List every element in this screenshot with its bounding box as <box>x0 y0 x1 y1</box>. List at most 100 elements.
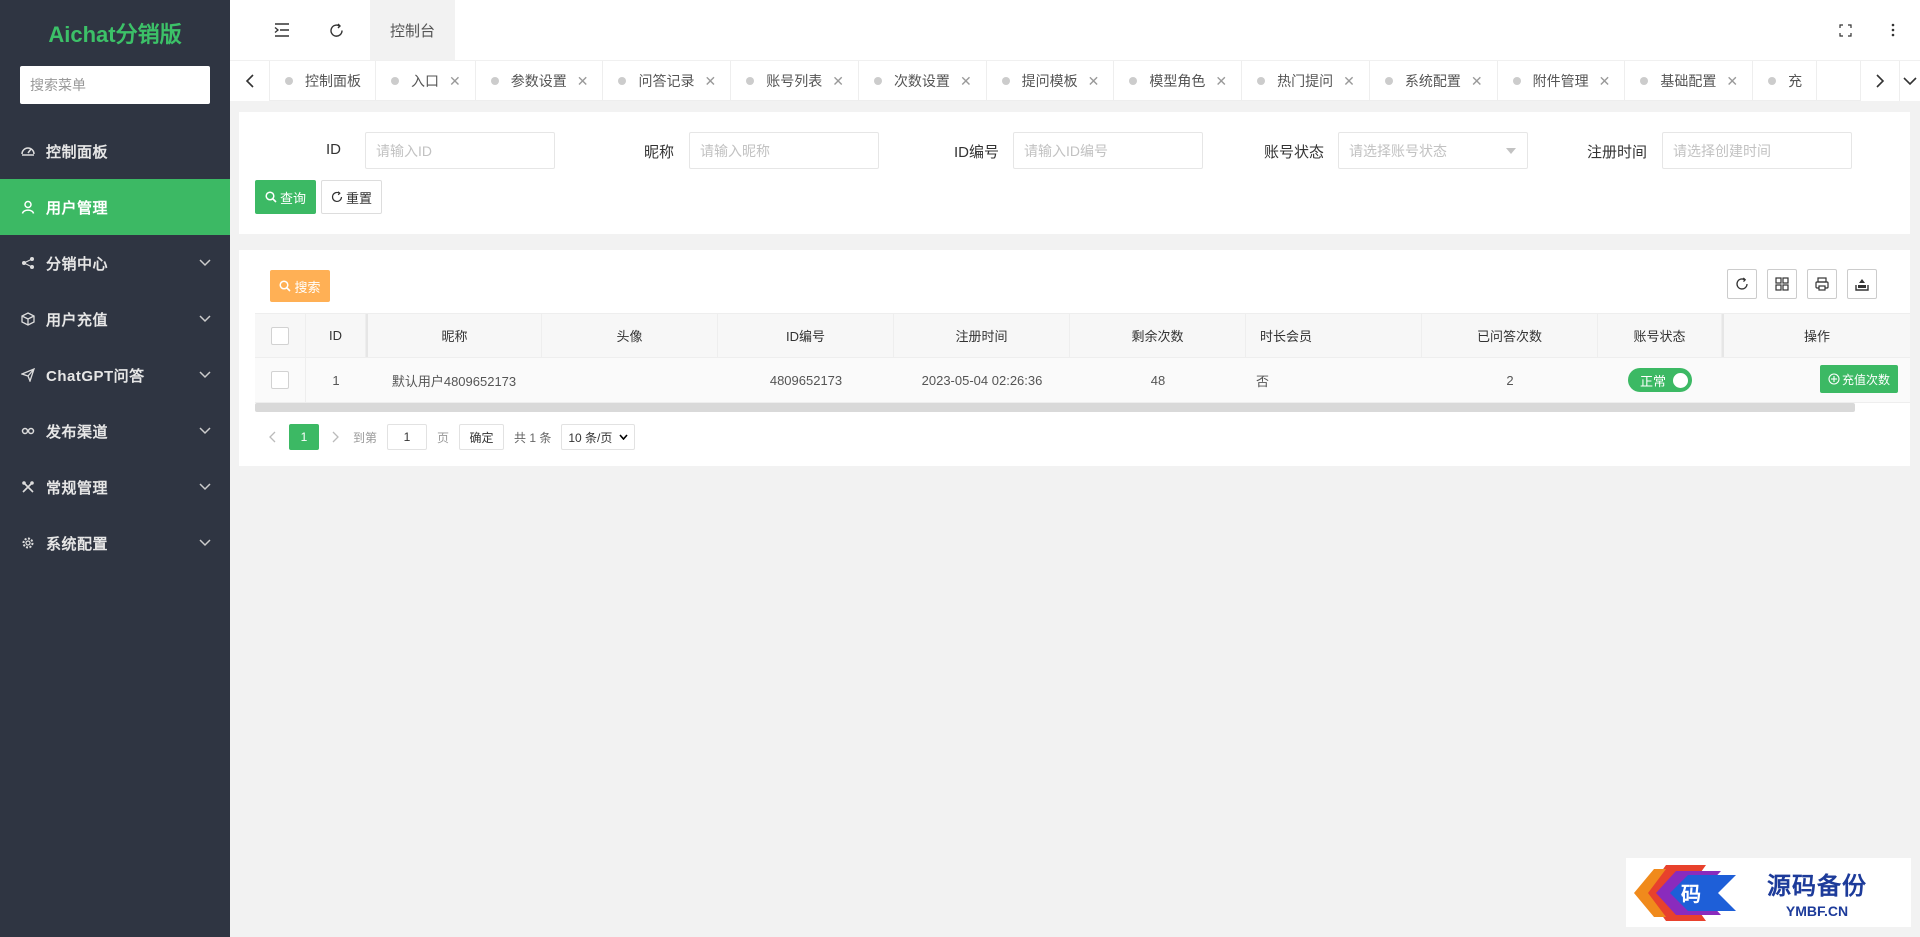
tab-item[interactable]: 入口 ✕ <box>376 61 476 101</box>
close-icon[interactable]: ✕ <box>960 73 972 90</box>
tab-label: 参数设置 <box>510 73 567 89</box>
tab-label: 充 <box>1788 73 1803 89</box>
columns-icon <box>1775 277 1789 291</box>
chevron-down-icon <box>199 539 211 547</box>
tab-item[interactable]: 附件管理 ✕ <box>1498 61 1626 101</box>
close-icon[interactable]: ✕ <box>704 73 716 90</box>
tab-item[interactable]: 问答记录 ✕ <box>603 61 732 101</box>
sidebar-item-users[interactable]: 用户管理 <box>0 179 230 235</box>
tab-item[interactable]: 次数设置 ✕ <box>859 61 987 101</box>
infinity-icon <box>20 423 36 439</box>
sidebar-item-label: ChatGPT问答 <box>46 367 145 385</box>
tabs-bar: 控制面板 入口 ✕ 参数设置 ✕ 问答记录 ✕ 账号列表 ✕ 次数设置 ✕ 提问模板 ✕ 模型角色 ✕ 热门提… <box>230 60 1920 101</box>
nickname-input[interactable]: 请输入昵称 <box>689 132 879 169</box>
column-header: 注册时间 <box>894 314 1070 357</box>
tab-dot-icon <box>1001 77 1010 85</box>
tabs-menu-chevron-icon[interactable] <box>1900 61 1920 101</box>
reg-time-input[interactable]: 请选择创建时间 <box>1662 132 1852 169</box>
menu-fold-icon[interactable] <box>255 0 309 60</box>
sidebar-item-dashboard[interactable]: 控制面板 <box>0 123 230 179</box>
tab-item[interactable]: 模型角色 ✕ <box>1114 61 1243 101</box>
tabs-prev-icon[interactable] <box>230 61 270 101</box>
table-print-button[interactable] <box>1807 269 1837 299</box>
sidebar-item-label: 分销中心 <box>46 255 109 273</box>
close-icon[interactable]: ✕ <box>1726 73 1738 90</box>
table-panel: 搜索 ID 昵称 头像 ID编号 注册时间 剩余次数 时长会员 已问答次数 账号… <box>239 250 1910 466</box>
status-select-placeholder: 请选择账号状态 <box>1349 142 1447 159</box>
select-all-checkbox[interactable] <box>271 326 289 345</box>
close-icon[interactable]: ✕ <box>1599 73 1611 90</box>
goto-page-input[interactable]: 1 <box>387 424 428 450</box>
sidebar-item-label: 发布渠道 <box>46 423 109 441</box>
watermark-cn: 源码备份 <box>1767 871 1867 900</box>
filter-label-nickname: 昵称 <box>643 144 674 161</box>
ymbf-logo-icon: 码 <box>1634 864 1736 921</box>
tabs-next-icon[interactable] <box>1860 61 1900 101</box>
query-button[interactable]: 查询 <box>255 180 316 214</box>
table-refresh-button[interactable] <box>1727 269 1757 299</box>
status-toggle[interactable]: 正常 <box>1628 368 1692 392</box>
close-icon[interactable]: ✕ <box>449 73 461 90</box>
tab-item[interactable]: 热门提问 ✕ <box>1242 61 1370 101</box>
table-horizontal-scrollbar[interactable] <box>255 403 1855 412</box>
sidebar-item-general[interactable]: 常规管理 <box>0 459 230 515</box>
page-current[interactable]: 1 <box>289 424 319 450</box>
goto-confirm-button[interactable]: 确定 <box>459 424 505 450</box>
tab-item[interactable]: 控制面板 <box>270 61 376 101</box>
close-icon[interactable]: ✕ <box>1343 73 1355 90</box>
table-export-button[interactable] <box>1847 269 1877 299</box>
goto-suffix: 页 <box>437 430 450 445</box>
sidebar-item-distribution[interactable]: 分销中心 <box>0 235 230 291</box>
tab-item[interactable]: 充 <box>1753 61 1818 101</box>
column-header: 操作 <box>1722 314 1910 357</box>
page-size-value: 10 条/页 <box>568 430 613 445</box>
row-checkbox[interactable] <box>271 371 289 389</box>
menu-search-input[interactable]: 搜索菜单 <box>20 66 210 104</box>
refresh-icon[interactable] <box>309 0 363 60</box>
search-icon <box>279 280 292 292</box>
status-select[interactable]: 请选择账号状态 <box>1338 132 1528 169</box>
close-icon[interactable]: ✕ <box>1088 73 1100 90</box>
watermark-en: YMBF.CN <box>1785 903 1849 919</box>
plus-circle-icon <box>1828 373 1840 385</box>
page-prev-icon[interactable] <box>269 431 277 443</box>
tab-dot-icon <box>1512 77 1521 85</box>
status-toggle-label: 正常 <box>1640 373 1667 389</box>
filter-label-id: ID <box>326 141 341 158</box>
tab-label: 次数设置 <box>893 73 950 89</box>
reset-button[interactable]: 重置 <box>321 180 382 214</box>
more-vertical-icon[interactable] <box>1866 0 1920 60</box>
tab-item[interactable]: 系统配置 ✕ <box>1370 61 1498 101</box>
close-icon[interactable]: ✕ <box>832 73 844 90</box>
tab-item[interactable]: 提问模板 ✕ <box>987 61 1115 101</box>
sidebar-item-recharge[interactable]: 用户充值 <box>0 291 230 347</box>
tab-dot-icon <box>285 77 293 85</box>
user-icon <box>20 199 36 215</box>
sidebar-menu: 控制面板 用户管理 分销中心 用户充值 ChatGPT问答 发布渠道 常规管理 … <box>0 123 230 571</box>
close-icon[interactable]: ✕ <box>1471 73 1483 90</box>
table-header: ID 昵称 头像 ID编号 注册时间 剩余次数 时长会员 已问答次数 账号状态 … <box>255 313 1910 358</box>
search-button[interactable]: 搜索 <box>270 270 330 302</box>
chevron-down-icon <box>199 427 211 435</box>
tab-item[interactable]: 基础配置 ✕ <box>1625 61 1754 101</box>
page-next-icon[interactable] <box>331 431 339 443</box>
chevron-down-icon <box>199 483 211 491</box>
sidebar-item-system[interactable]: 系统配置 <box>0 515 230 571</box>
reset-label: 重置 <box>345 190 372 206</box>
sidebar-item-chatgpt[interactable]: ChatGPT问答 <box>0 347 230 403</box>
table-columns-button[interactable] <box>1767 269 1797 299</box>
box-icon <box>20 311 36 327</box>
id-input[interactable]: 请输入ID <box>365 132 555 169</box>
id-number-input[interactable]: 请输入ID编号 <box>1013 132 1203 169</box>
tab-console[interactable]: 控制台 <box>370 0 455 60</box>
cell-answered: 2 <box>1506 372 1514 388</box>
recharge-count-button[interactable]: 充值次数 <box>1820 365 1898 393</box>
tab-item[interactable]: 账号列表 ✕ <box>731 61 859 101</box>
cell-reg-time: 2023-05-04 02:26:36 <box>921 372 1043 388</box>
close-icon[interactable]: ✕ <box>577 73 589 90</box>
page-size-select[interactable]: 10 条/页 <box>561 424 636 450</box>
close-icon[interactable]: ✕ <box>1215 73 1227 90</box>
sidebar-item-channels[interactable]: 发布渠道 <box>0 403 230 459</box>
fullscreen-icon[interactable] <box>1818 0 1872 60</box>
tab-item[interactable]: 参数设置 ✕ <box>476 61 604 101</box>
